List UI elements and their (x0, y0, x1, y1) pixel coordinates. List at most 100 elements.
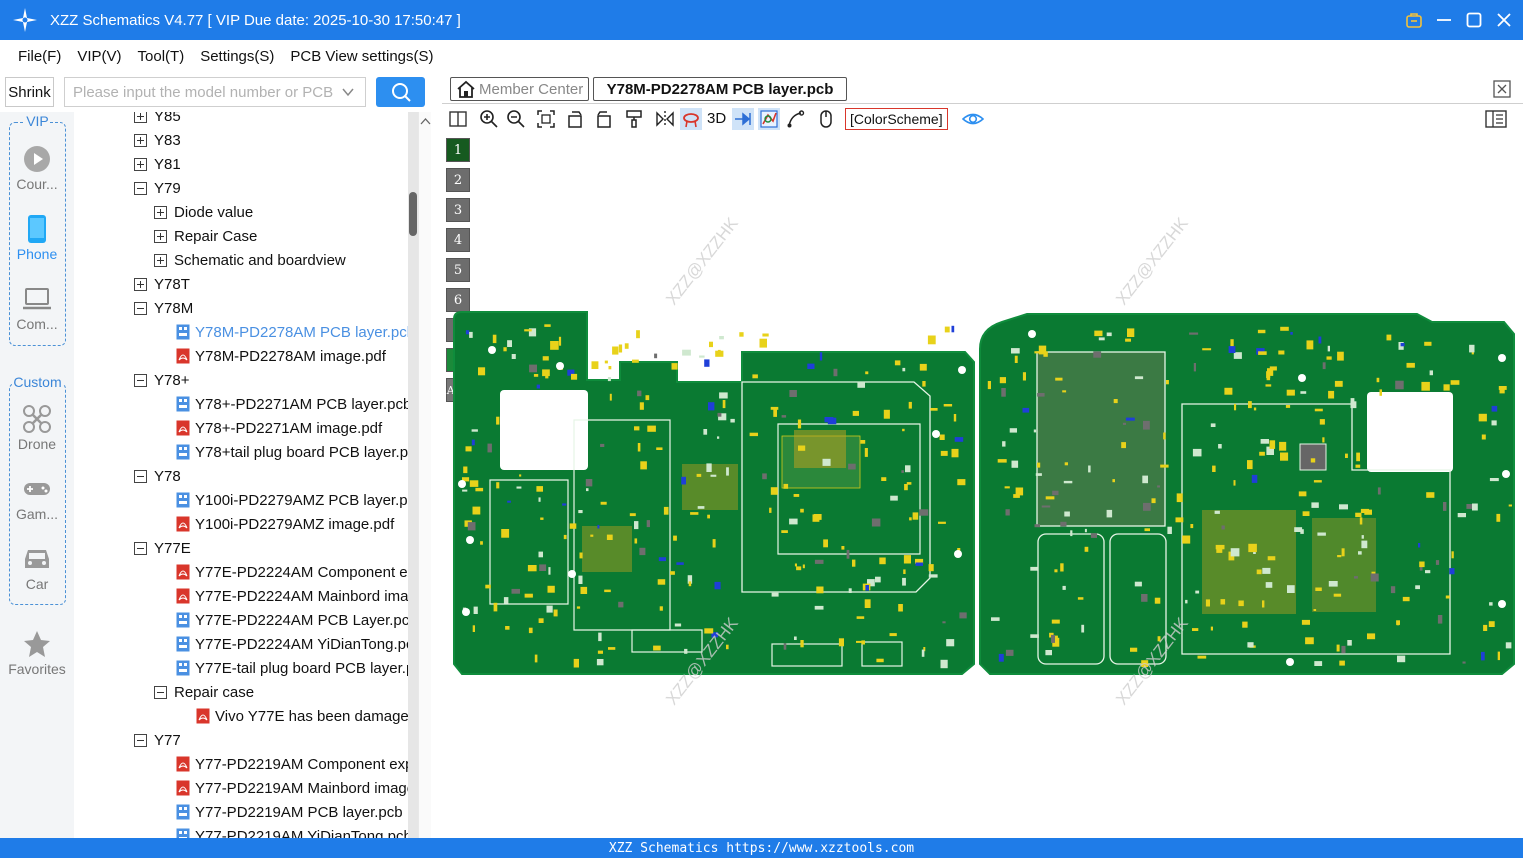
expand-icon[interactable] (154, 253, 167, 267)
rail-item-favorites[interactable]: Favorites (0, 629, 74, 677)
collapse-icon[interactable] (134, 373, 147, 387)
tree-file[interactable]: Y77E-PD2224AM PCB Layer.pcb (176, 608, 408, 632)
tree-folder[interactable]: Repair case (154, 680, 254, 704)
collapse-icon[interactable] (134, 301, 147, 315)
tree-file[interactable]: Y77E-PD2224AM Component expl (176, 560, 408, 584)
layer-button[interactable]: 8 (446, 348, 470, 372)
tree-folder[interactable]: Y79 (134, 176, 181, 200)
tree-file[interactable]: Y77E-PD2224AM Mainbord image (176, 584, 408, 608)
rail-item-course[interactable]: Cour... (0, 144, 74, 192)
menu-vip[interactable]: VIP(V) (77, 48, 121, 65)
tree-file[interactable]: Y77-PD2219AM Component expla (176, 752, 408, 776)
chevron-down-icon[interactable] (341, 85, 355, 99)
tree-folder[interactable]: Y78M (134, 296, 193, 320)
pcb-canvas[interactable]: 1 2 3 4 5 6 7 8 ALL XZZ@XZZHK XZZ@XZZHK … (442, 134, 1523, 838)
tree-file[interactable]: Y100i-PD2279AMZ image.pdf (176, 512, 394, 536)
tree-file[interactable]: Y78+-PD2271AM PCB layer.pcb (176, 392, 408, 416)
layer-all-button[interactable]: ALL (446, 378, 470, 402)
rotate-left-icon[interactable] (565, 108, 587, 130)
pane-splitter[interactable] (418, 112, 431, 838)
collapse-icon[interactable] (134, 541, 147, 555)
mirror-icon[interactable] (654, 108, 676, 130)
tree-scrollbar[interactable] (408, 112, 418, 838)
tree-folder[interactable]: Repair Case (154, 224, 257, 248)
tree-file[interactable]: Vivo Y77E has been damaged b (196, 704, 408, 728)
mouse-mode-icon[interactable] (815, 108, 837, 130)
tree-folder[interactable]: Y85 (134, 112, 181, 128)
tree-file[interactable]: Y77-PD2219AM Mainbord image.p (176, 776, 408, 800)
layer-button[interactable]: 4 (446, 228, 470, 252)
expand-icon[interactable] (154, 205, 167, 219)
expand-icon[interactable] (134, 112, 147, 123)
minimize-icon[interactable] (1435, 11, 1453, 29)
collapse-icon[interactable] (134, 181, 147, 195)
eye-icon[interactable] (962, 108, 984, 130)
layer-button[interactable]: 6 (446, 288, 470, 312)
layer-button[interactable]: 1 (446, 138, 470, 162)
rail-item-car[interactable]: Car (0, 544, 74, 592)
expand-icon[interactable] (134, 157, 147, 171)
layer-button[interactable]: 2 (446, 168, 470, 192)
tree-file[interactable]: Y78M-PD2278AM PCB layer.pcb (176, 320, 408, 344)
tree-folder[interactable]: Y77 (134, 728, 181, 752)
split-view-icon[interactable] (447, 108, 469, 130)
title-bar[interactable]: XZZ Schematics V4.77 [ VIP Due date: 202… (0, 0, 1523, 40)
maximize-icon[interactable] (1465, 11, 1483, 29)
menu-file[interactable]: File(F) (18, 48, 61, 65)
tree-file[interactable]: Y78M-PD2278AM image.pdf (176, 344, 386, 368)
tree-file[interactable]: Y77E-tail plug board PCB layer.pcb (176, 656, 408, 680)
collapse-icon[interactable] (134, 733, 147, 747)
pcb-board-view[interactable]: XZZ@XZZHK XZZ@XZZHK XZZ@XZZHK XZZ@XZZHK (442, 134, 1523, 838)
collapse-icon[interactable] (154, 685, 167, 699)
menu-pcb-view-settings[interactable]: PCB View settings(S) (290, 48, 433, 65)
rail-item-game[interactable]: Gam... (0, 474, 74, 522)
tree-folder[interactable]: Y83 (134, 128, 181, 152)
fit-view-icon[interactable] (535, 108, 557, 130)
tree-folder[interactable]: Y77E (134, 536, 191, 560)
rail-item-drone[interactable]: Drone (0, 404, 74, 452)
layer-button[interactable]: 3 (446, 198, 470, 222)
tree-scroll-thumb[interactable] (409, 192, 417, 236)
tree-folder[interactable]: Y78 (134, 464, 181, 488)
scroll-up-icon[interactable] (419, 115, 432, 127)
model-tree[interactable]: Y85 Y83 Y81 Y79 Diode value Repair Case Schema… (74, 112, 408, 838)
wire-icon[interactable] (785, 108, 807, 130)
color-scheme-button[interactable]: [ColorScheme] (845, 108, 948, 130)
search-button[interactable] (376, 77, 425, 107)
tree-file[interactable]: Y77E-PD2224AM YiDianTong.pcb (176, 632, 408, 656)
expand-icon[interactable] (134, 133, 147, 147)
expand-icon[interactable] (154, 229, 167, 243)
close-icon[interactable] (1495, 11, 1513, 29)
tab-pcb-file[interactable]: Y78M-PD2278AM PCB layer.pcb (593, 77, 847, 101)
net-highlight-icon[interactable] (680, 108, 702, 130)
tree-folder[interactable]: Y81 (134, 152, 181, 176)
rail-item-computer[interactable]: Com... (0, 284, 74, 332)
rotate-right-icon[interactable] (592, 108, 614, 130)
rail-item-phone[interactable]: Phone (0, 214, 74, 262)
format-brush-icon[interactable] (623, 108, 645, 130)
layer-button[interactable]: 7 (446, 318, 470, 342)
tab-member-center[interactable]: Member Center (450, 77, 589, 101)
close-tabs-icon[interactable] (1493, 80, 1511, 98)
search-box[interactable] (64, 77, 366, 107)
trace-view-icon[interactable] (758, 108, 780, 130)
shrink-button[interactable]: Shrink (5, 77, 54, 107)
tree-file[interactable]: Y77-PD2219AM YiDianTong.pcb (176, 824, 408, 838)
side-panel-icon[interactable] (1485, 108, 1507, 130)
collapse-icon[interactable] (134, 469, 147, 483)
menu-settings[interactable]: Settings(S) (200, 48, 274, 65)
tree-file[interactable]: Y77-PD2219AM PCB layer.pcb (176, 800, 403, 824)
tree-file[interactable]: Y78+-PD2271AM image.pdf (176, 416, 382, 440)
vip-badge-icon[interactable] (1405, 11, 1423, 29)
tree-file[interactable]: Y78+tail plug board PCB layer.pcb (176, 440, 408, 464)
3d-view-button[interactable]: 3D (707, 110, 726, 127)
search-input[interactable] (73, 83, 339, 101)
pin-mode-icon[interactable] (732, 108, 754, 130)
tree-folder[interactable]: Diode value (154, 200, 253, 224)
tree-folder[interactable]: Y78T (134, 272, 190, 296)
tree-folder[interactable]: Schematic and boardview (154, 248, 346, 272)
tree-file[interactable]: Y100i-PD2279AMZ PCB layer.pcb (176, 488, 408, 512)
layer-button[interactable]: 5 (446, 258, 470, 282)
zoom-in-icon[interactable] (478, 108, 500, 130)
expand-icon[interactable] (134, 277, 147, 291)
